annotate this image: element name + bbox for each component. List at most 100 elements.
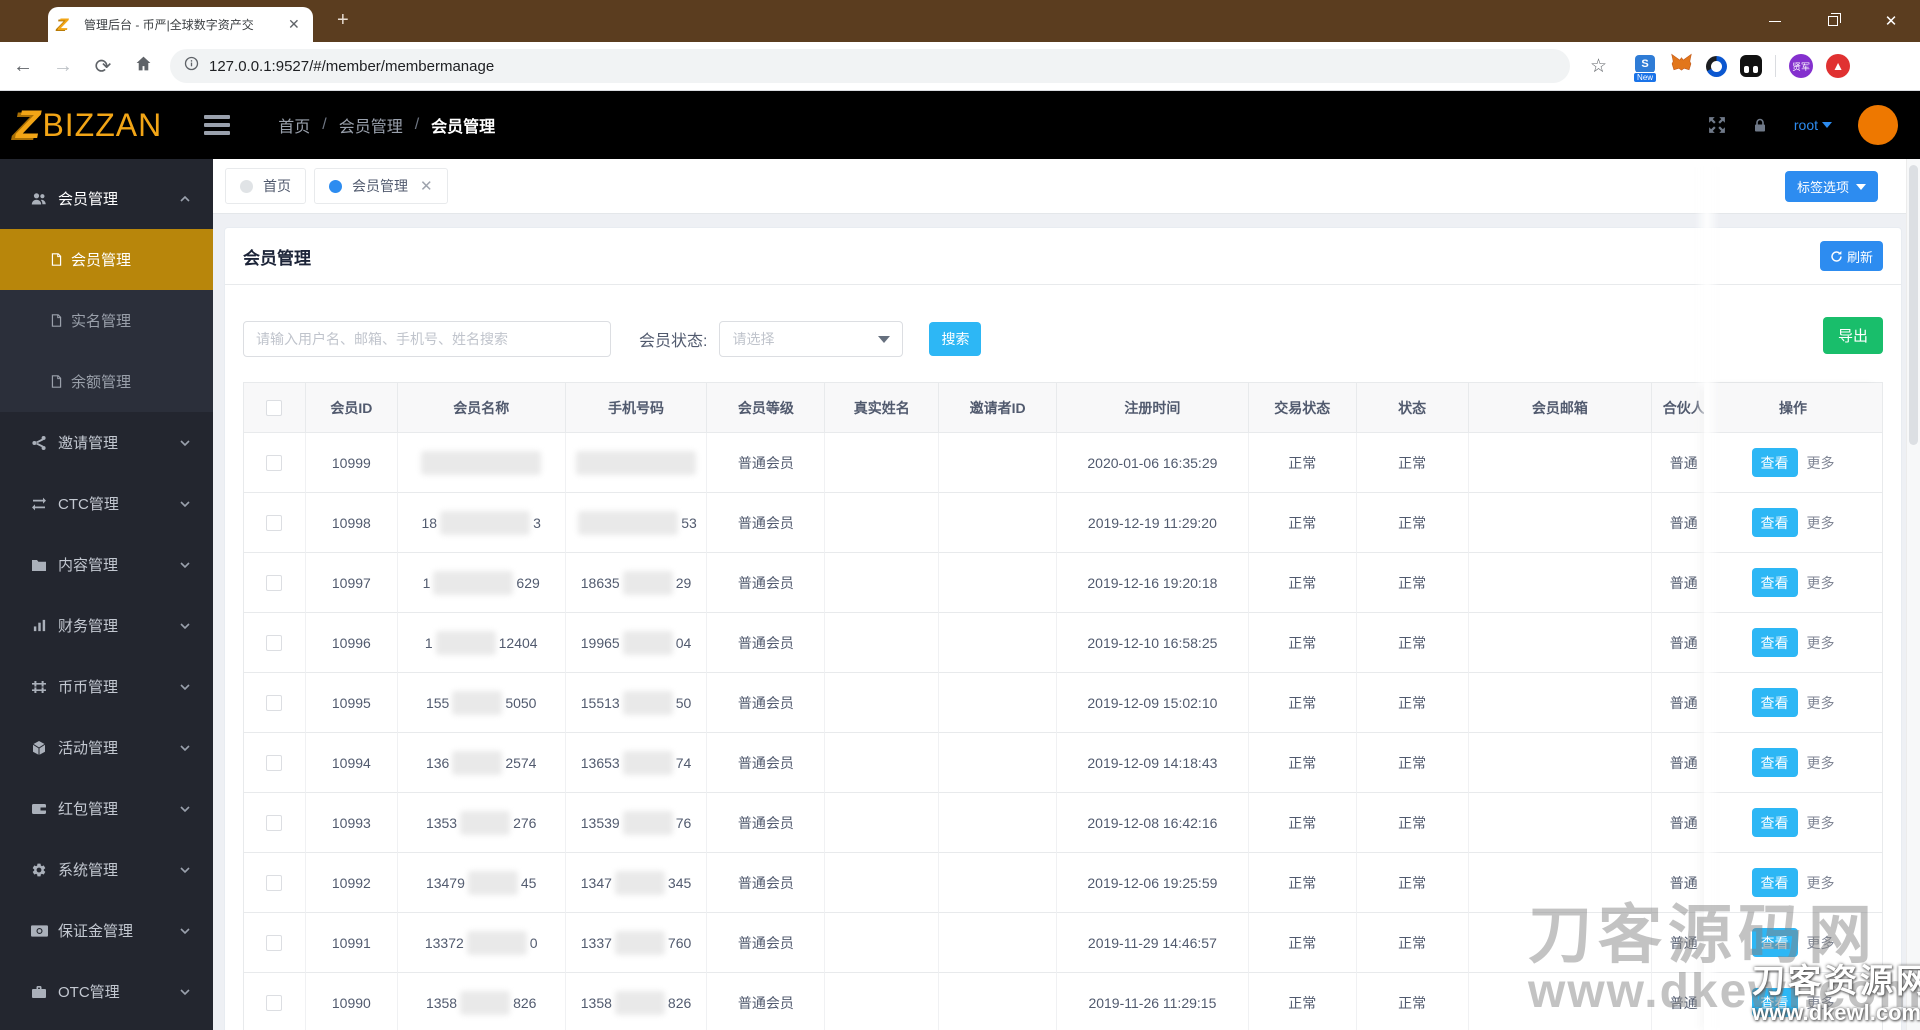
sidebar-item-会员管理[interactable]: 会员管理	[0, 229, 213, 290]
row-checkbox[interactable]	[266, 934, 283, 951]
cell-reg-time: 2019-12-09 14:18:43	[1057, 733, 1249, 793]
window-restore-button[interactable]	[1804, 0, 1862, 42]
view-button[interactable]: 查看	[1751, 688, 1798, 717]
more-link[interactable]: 更多	[1807, 693, 1835, 713]
sidebar-item-余额管理[interactable]: 余额管理	[0, 351, 213, 412]
page-tab-会员管理[interactable]: 会员管理 ✕	[314, 168, 448, 204]
view-button[interactable]: 查看	[1751, 928, 1798, 957]
browser-tab[interactable]: Z 管理后台 - 币严|全球数字资产交 ✕	[48, 7, 313, 42]
extension-new-icon[interactable]: S New	[1633, 55, 1658, 83]
sidebar-group-活动管理[interactable]: 活动管理	[0, 717, 213, 778]
breadcrumb-separator: /	[414, 116, 420, 133]
sidebar-group-邀请管理[interactable]: 邀请管理	[0, 412, 213, 473]
reload-icon[interactable]: ⟳	[90, 54, 116, 79]
forward-icon[interactable]: →	[50, 55, 76, 78]
page-tab-首页[interactable]: 首页	[225, 168, 306, 204]
lock-icon[interactable]	[1752, 117, 1768, 134]
bookmark-star-icon[interactable]: ☆	[1590, 55, 1607, 78]
window-minimize-button[interactable]	[1746, 0, 1804, 42]
row-checkbox[interactable]	[266, 754, 283, 771]
url-text: 127.0.0.1:9527/#/member/membermanage	[209, 57, 495, 75]
user-avatar[interactable]	[1858, 105, 1898, 145]
more-link[interactable]: 更多	[1807, 933, 1835, 953]
column-header-action: 操作	[1704, 383, 1882, 433]
sidebar-group-红包管理[interactable]: 红包管理	[0, 778, 213, 839]
cell-status: 正常	[1356, 433, 1469, 493]
extension-dots-icon[interactable]	[1740, 55, 1763, 77]
row-checkbox[interactable]	[266, 814, 283, 831]
sidebar-group-会员管理[interactable]: 会员管理	[0, 168, 213, 229]
cell-level: 普通会员	[707, 913, 826, 973]
browser-profile-avatar[interactable]: 贤军	[1789, 54, 1814, 78]
row-checkbox-cell	[244, 673, 306, 733]
tab-close-icon[interactable]: ✕	[288, 16, 300, 33]
view-button[interactable]: 查看	[1751, 988, 1798, 1017]
breadcrumb-item[interactable]: 首页	[278, 113, 310, 137]
sidebar-group-财务管理[interactable]: 财务管理	[0, 595, 213, 656]
censor-blur	[614, 870, 665, 895]
export-button[interactable]: 导出	[1822, 317, 1883, 354]
sidebar-group-币币管理[interactable]: 币币管理	[0, 656, 213, 717]
search-input[interactable]	[243, 321, 611, 357]
url-bar[interactable]: 127.0.0.1:9527/#/member/membermanage	[170, 49, 1570, 83]
tab-close-icon[interactable]: ✕	[420, 177, 433, 195]
tag-options-button[interactable]: 标签选项	[1784, 171, 1878, 202]
sidebar-group-OTC管理[interactable]: OTC管理	[0, 961, 213, 1022]
row-checkbox[interactable]	[266, 994, 283, 1011]
more-link[interactable]: 更多	[1807, 573, 1835, 593]
user-menu[interactable]: root	[1794, 117, 1832, 133]
cell-email	[1468, 793, 1653, 853]
sidebar-group-保证金管理[interactable]: 保证金管理	[0, 900, 213, 961]
breadcrumb-item[interactable]: 会员管理	[339, 113, 403, 137]
home-icon[interactable]	[130, 55, 156, 78]
action-cell: 查看 更多	[1704, 613, 1882, 673]
sidebar-group-系统管理[interactable]: 系统管理	[0, 839, 213, 900]
page-info-icon[interactable]	[184, 56, 199, 76]
view-button[interactable]: 查看	[1751, 808, 1798, 837]
search-button[interactable]: 搜索	[929, 322, 982, 356]
cell-real-name	[825, 433, 940, 493]
window-close-button[interactable]: ✕	[1862, 0, 1920, 42]
row-checkbox[interactable]	[266, 514, 283, 531]
more-link[interactable]: 更多	[1807, 753, 1835, 773]
view-button[interactable]: 查看	[1751, 508, 1798, 537]
view-button[interactable]: 查看	[1751, 868, 1798, 897]
more-link[interactable]: 更多	[1807, 873, 1835, 893]
sidebar-group-label: CTC管理	[58, 496, 119, 513]
refresh-button[interactable]: 刷新	[1819, 241, 1883, 271]
sidebar-group-CTC管理[interactable]: CTC管理	[0, 473, 213, 534]
view-button[interactable]: 查看	[1751, 748, 1798, 777]
row-checkbox[interactable]	[266, 634, 283, 651]
cell-trade-status: 正常	[1249, 973, 1357, 1030]
cell-phone: 13539 76	[565, 793, 708, 853]
sidebar-group-label: 红包管理	[58, 801, 119, 818]
view-button[interactable]: 查看	[1751, 628, 1798, 657]
select-all-checkbox[interactable]	[266, 399, 283, 416]
sidebar-group-内容管理[interactable]: 内容管理	[0, 534, 213, 595]
extension-ring-icon[interactable]	[1706, 55, 1728, 77]
metamask-fox-icon[interactable]	[1670, 52, 1693, 80]
back-icon[interactable]: ←	[10, 55, 36, 78]
more-link[interactable]: 更多	[1807, 813, 1835, 833]
more-link[interactable]: 更多	[1807, 513, 1835, 533]
sidebar-toggle-icon[interactable]	[204, 115, 231, 135]
more-link[interactable]: 更多	[1807, 453, 1835, 473]
view-button[interactable]: 查看	[1751, 448, 1798, 477]
sidebar-item-实名管理[interactable]: 实名管理	[0, 290, 213, 351]
more-link[interactable]: 更多	[1807, 633, 1835, 653]
row-checkbox[interactable]	[266, 574, 283, 591]
cell-email	[1468, 433, 1653, 493]
extension-red-arrow-icon[interactable]: ▲	[1826, 54, 1851, 78]
row-checkbox[interactable]	[266, 454, 283, 471]
fullscreen-icon[interactable]	[1708, 116, 1726, 134]
bizzan-logo[interactable]: Z BIZZAN	[16, 105, 162, 145]
new-tab-button[interactable]: +	[337, 10, 349, 30]
status-select[interactable]: 请选择	[719, 321, 904, 357]
row-checkbox[interactable]	[266, 874, 283, 891]
more-link[interactable]: 更多	[1807, 993, 1835, 1013]
row-checkbox[interactable]	[266, 694, 283, 711]
scrollbar-thumb[interactable]	[1909, 165, 1918, 445]
cell-status: 正常	[1356, 553, 1469, 613]
page-scrollbar[interactable]	[1906, 159, 1920, 1030]
view-button[interactable]: 查看	[1751, 568, 1798, 597]
